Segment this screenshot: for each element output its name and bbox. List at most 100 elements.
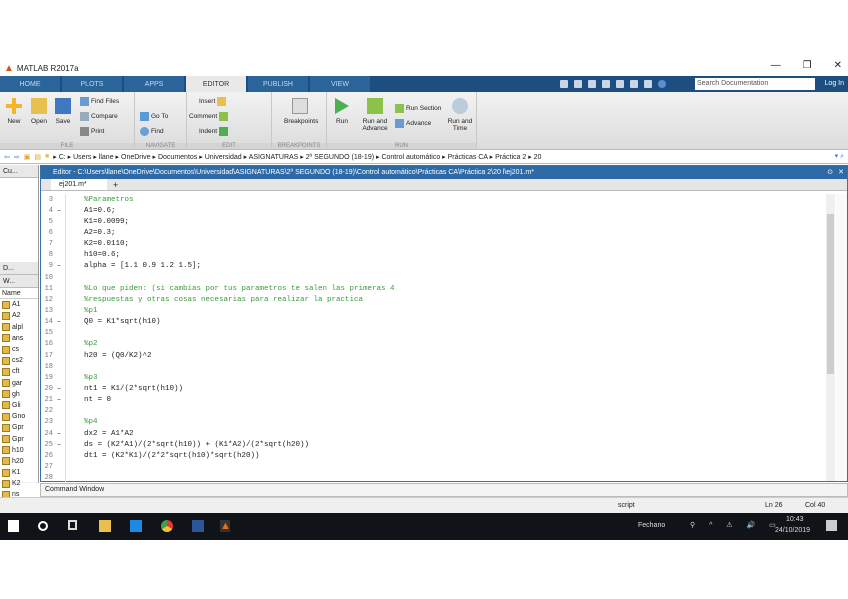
word-icon[interactable] (192, 520, 204, 532)
code-line[interactable]: 21– nt = 0 (41, 394, 827, 406)
code-line[interactable]: 8 h10=0.6; (41, 249, 827, 261)
print-button[interactable]: Print (80, 127, 104, 136)
find-files-button[interactable]: Find Files (80, 97, 119, 106)
quick-copy-icon[interactable] (588, 80, 596, 88)
code-line[interactable]: 19 %p3 (41, 372, 827, 384)
code-line[interactable]: 3 %Parametros (41, 194, 827, 206)
breadcrumb-item[interactable]: Documentos (158, 154, 197, 161)
tab-plots[interactable]: PLOTS (62, 76, 122, 92)
notifications-icon[interactable] (826, 520, 837, 531)
insert-button[interactable]: Insert (199, 97, 237, 106)
code-line[interactable]: 20– nt1 = K1/(2*sqrt(h10)) (41, 383, 827, 395)
code-line[interactable]: 4– A1=0.6; (41, 205, 827, 217)
code-line[interactable]: 7 K2=0.0110; (41, 238, 827, 250)
code-line[interactable]: 24– dx2 = A1*A2 (41, 427, 827, 440)
workspace-variable[interactable]: Gno (0, 411, 38, 422)
open-button[interactable]: Open (26, 98, 52, 125)
tab-apps[interactable]: APPS (124, 76, 184, 92)
quick-undo-icon[interactable] (616, 80, 624, 88)
clock-time[interactable]: 10:43 (786, 516, 804, 523)
workspace-variable[interactable]: cft (0, 366, 38, 377)
find-button[interactable]: Find (140, 127, 164, 136)
save-button[interactable]: Save (50, 98, 76, 125)
browse-folder-icon[interactable]: ▤ (34, 153, 41, 161)
up-folder-icon[interactable]: ▣ (24, 153, 31, 161)
workspace-variable[interactable]: cs (0, 344, 38, 355)
address-bar[interactable]: ⇦ ⇨ ▣ ▤ ■ ▸ C: ▸ Users ▸ llane ▸ OneDriv… (0, 150, 848, 164)
compare-button[interactable]: Compare (80, 112, 118, 121)
code-line[interactable]: 16 %p2 (41, 338, 827, 350)
workspace-variable[interactable]: gh (0, 389, 38, 400)
file-explorer-icon[interactable] (99, 520, 111, 532)
editor-actions-icon[interactable]: ⊙ (827, 166, 833, 179)
current-folder-files[interactable] (0, 178, 38, 262)
minimize-button[interactable]: — (771, 60, 781, 71)
code-line[interactable]: 28 (41, 472, 827, 484)
workspace-variable[interactable]: cs2 (0, 355, 38, 366)
breadcrumb-item[interactable]: Control automático (381, 154, 440, 161)
workspace-variable[interactable]: A2 (0, 310, 38, 321)
language-indicator[interactable]: Fechano (638, 522, 665, 529)
advance-button[interactable]: Advance (395, 119, 431, 128)
code-line[interactable]: 25– ds = (K2*A1)/(2*sqrt(h10)) + (K1*A2)/… (41, 439, 827, 451)
workspace-variable[interactable]: Gli (0, 400, 38, 411)
quick-redo-icon[interactable] (630, 80, 638, 88)
code-line[interactable]: 6 A2=0.3; (41, 227, 827, 239)
run-and-time-button[interactable]: Run and Time (445, 98, 475, 132)
workspace-variable[interactable]: ans (0, 333, 38, 344)
breadcrumb-item[interactable]: 2º SEGUNDO (18-19) (306, 154, 374, 161)
workspace-variable[interactable]: h10 (0, 445, 38, 456)
breadcrumb-item[interactable]: Prácticas CA (448, 154, 488, 161)
tab-home[interactable]: HOME (0, 76, 60, 92)
workspace-variable[interactable]: K1 (0, 467, 38, 478)
file-tab[interactable]: ej201.m* (51, 179, 107, 190)
vertical-scrollbar[interactable] (826, 194, 835, 481)
breakpoint-marker[interactable]: – (53, 318, 65, 326)
workspace-variable[interactable]: alpl (0, 322, 38, 333)
back-icon[interactable]: ⇦ (4, 153, 10, 161)
breakpoint-marker[interactable]: – (53, 262, 65, 270)
cortana-icon[interactable] (38, 521, 48, 531)
quick-cut-icon[interactable] (574, 80, 582, 88)
tab-publish[interactable]: PUBLISH (248, 76, 308, 92)
help-icon[interactable] (658, 80, 666, 88)
breadcrumb-item[interactable]: OneDrive (121, 154, 151, 161)
workspace-variable[interactable]: Gpr (0, 433, 38, 444)
breadcrumb-item[interactable]: 20 (534, 154, 542, 161)
tab-view[interactable]: VIEW (310, 76, 370, 92)
search-documentation-input[interactable]: Search Documentation (695, 78, 815, 90)
run-section-button[interactable]: Run Section (395, 104, 441, 113)
run-and-advance-button[interactable]: Run and Advance (359, 98, 391, 132)
code-line[interactable]: 15 (41, 327, 827, 339)
quick-switch-icon[interactable] (644, 80, 652, 88)
breakpoints-button[interactable]: Breakpoints (284, 98, 318, 125)
workspace-variable[interactable]: A1 (0, 299, 38, 310)
quick-save-icon[interactable] (560, 80, 568, 88)
code-line[interactable]: 23 %p4 (41, 416, 827, 428)
maximize-button[interactable]: ❐ (803, 60, 812, 71)
code-line[interactable]: 27 (41, 461, 827, 473)
breadcrumb-item[interactable]: llane (99, 154, 114, 161)
code-line[interactable]: 13 %p1 (41, 305, 827, 317)
workspace-variable[interactable]: gar (0, 378, 38, 389)
code-line[interactable]: 5 K1=0.0099; (41, 216, 827, 228)
code-line[interactable]: 10 (41, 271, 827, 284)
code-line[interactable]: 14– Q0 = K1*sqrt(h10) (41, 316, 827, 328)
whatsapp-icon[interactable] (130, 520, 142, 532)
run-button[interactable]: Run (329, 98, 355, 125)
workspace-variable[interactable]: h20 (0, 456, 38, 467)
breadcrumb-item[interactable]: Users (73, 154, 91, 161)
code-line[interactable]: 22 (41, 405, 827, 417)
breakpoint-marker[interactable]: – (53, 207, 65, 215)
close-button[interactable]: ✕ (834, 60, 842, 71)
breakpoint-marker[interactable]: – (53, 385, 65, 393)
indent-button[interactable]: Indent (199, 127, 229, 136)
breakpoint-marker[interactable]: – (53, 396, 65, 404)
workspace-name-header[interactable]: Name (0, 288, 38, 300)
system-tray-icons[interactable]: ⚲ ^ ⚠ 🔊 ▭ (690, 521, 782, 529)
code-line[interactable]: 11 %Lo que piden: (si cambias por tus par… (41, 283, 827, 295)
breadcrumb-item[interactable]: Universidad (205, 154, 242, 161)
chrome-icon[interactable] (161, 520, 173, 532)
comment-button[interactable]: Comment (189, 112, 229, 121)
workspace-variable[interactable]: Gpr (0, 422, 38, 433)
